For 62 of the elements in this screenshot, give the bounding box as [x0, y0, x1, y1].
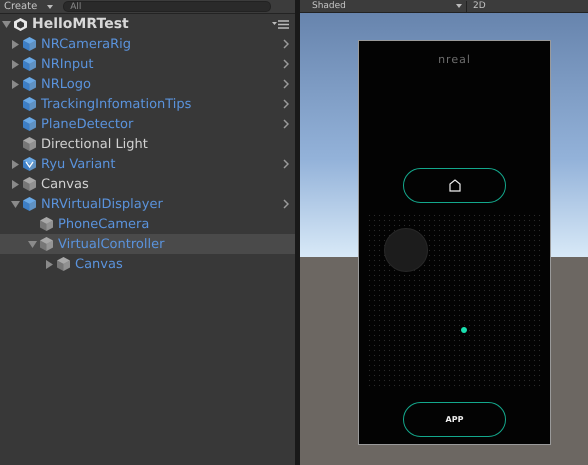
cube-icon	[22, 136, 37, 152]
scene-name: HelloMRTest	[32, 16, 129, 32]
hierarchy-row[interactable]: Directional Light	[0, 134, 295, 154]
expanded-arrow-icon[interactable]	[11, 200, 20, 208]
menu-icon[interactable]	[272, 20, 289, 28]
collapsed-arrow-icon[interactable]	[45, 260, 54, 268]
hierarchy-row[interactable]: PhoneCamera	[0, 214, 295, 234]
object-name: NRLogo	[41, 76, 91, 92]
scene-row[interactable]: HelloMRTest	[0, 14, 295, 34]
cube-icon	[39, 236, 54, 252]
cube-icon	[22, 196, 37, 212]
cube-icon	[22, 76, 37, 92]
unity-logo-icon	[13, 16, 28, 32]
app-button[interactable]: APP	[403, 402, 506, 437]
object-name: Canvas	[75, 256, 123, 272]
cube-icon	[39, 216, 54, 232]
create-button[interactable]: Create	[4, 2, 38, 12]
hierarchy-row[interactable]: Canvas	[0, 254, 295, 274]
logo-text: nreal	[438, 53, 471, 66]
object-name: Canvas	[41, 176, 89, 192]
collapsed-arrow-icon[interactable]	[11, 180, 20, 188]
object-name: Directional Light	[41, 136, 148, 152]
search-field[interactable]: All	[63, 1, 271, 12]
hierarchy-row[interactable]: NRCameraRig	[0, 34, 295, 54]
home-icon	[448, 179, 460, 192]
hierarchy-row[interactable]: TrackingInfomationTips	[0, 94, 295, 114]
hierarchy-row[interactable]: NRVirtualDisplayer	[0, 194, 295, 214]
chevron-right-icon[interactable]	[283, 199, 289, 209]
cube-icon	[22, 96, 37, 112]
mode-2d-button[interactable]: 2D	[466, 0, 492, 12]
hierarchy-row[interactable]: VirtualController	[0, 234, 295, 254]
shading-dropdown[interactable]: Shaded	[312, 0, 462, 12]
hierarchy-row[interactable]: NRInput	[0, 54, 295, 74]
collapsed-arrow-icon[interactable]	[11, 160, 20, 168]
object-name: NRCameraRig	[41, 36, 132, 52]
caret-icon	[456, 4, 462, 8]
hierarchy-row[interactable]: Canvas	[0, 174, 295, 194]
cube-icon	[22, 176, 37, 192]
expanded-arrow-icon[interactable]	[2, 20, 11, 28]
cube-icon	[22, 156, 37, 172]
object-name: NRInput	[41, 56, 94, 72]
chevron-right-icon[interactable]	[283, 159, 289, 169]
object-name: TrackingInfomationTips	[41, 96, 192, 112]
collapsed-arrow-icon[interactable]	[11, 60, 20, 68]
hierarchy-row[interactable]: Ryu Variant	[0, 154, 295, 174]
expanded-arrow-icon[interactable]	[28, 240, 37, 248]
home-button[interactable]	[403, 168, 506, 203]
cube-icon	[22, 116, 37, 132]
collapsed-arrow-icon[interactable]	[11, 80, 20, 88]
cube-icon	[22, 36, 37, 52]
cube-icon	[56, 256, 71, 272]
cube-icon	[22, 56, 37, 72]
hierarchy-row[interactable]: PlaneDetector	[0, 114, 295, 134]
object-name: NRVirtualDisplayer	[41, 196, 163, 212]
hierarchy-row[interactable]: NRLogo	[0, 74, 295, 94]
collapsed-arrow-icon[interactable]	[11, 40, 20, 48]
object-name: PlaneDetector	[41, 116, 134, 132]
caret-icon	[47, 4, 54, 8]
object-name: PhoneCamera	[58, 216, 150, 232]
object-name: Ryu Variant	[41, 156, 116, 172]
object-name: VirtualController	[58, 236, 164, 252]
pointer-dot	[461, 327, 467, 333]
